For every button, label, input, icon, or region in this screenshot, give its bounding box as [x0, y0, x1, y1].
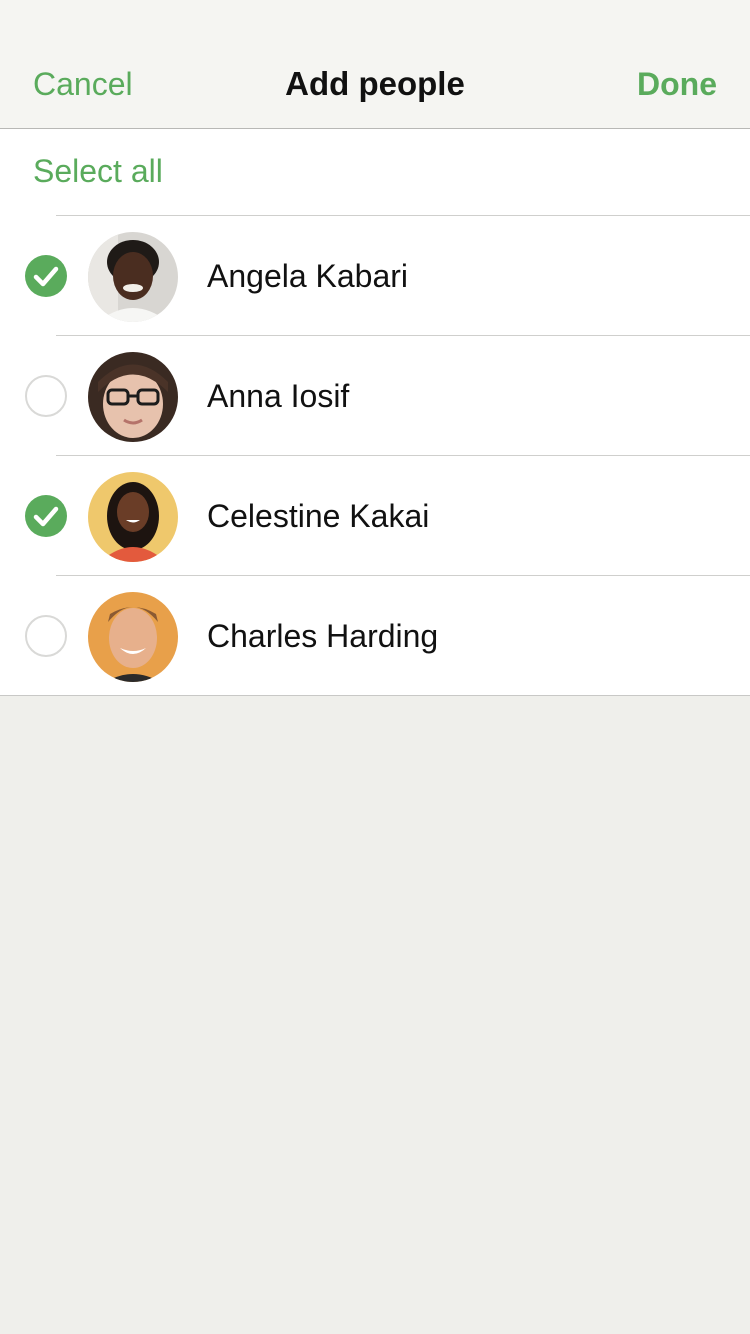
- avatar: [88, 472, 178, 562]
- person-name: Anna Iosif: [207, 378, 350, 414]
- list-item[interactable]: Charles Harding: [0, 576, 750, 696]
- avatar: [88, 352, 178, 442]
- list-item[interactable]: Celestine Kakai: [0, 456, 750, 576]
- cancel-button[interactable]: Cancel: [33, 64, 133, 104]
- add-people-screen: Cancel Add people Done Select all Angela…: [0, 0, 750, 1334]
- select-all-button[interactable]: Select all: [33, 150, 163, 192]
- navigation-bar: Cancel Add people Done: [0, 0, 750, 129]
- avatar: [88, 232, 178, 322]
- avatar: [88, 592, 178, 682]
- checked-circle-icon[interactable]: [25, 255, 67, 297]
- done-button[interactable]: Done: [637, 64, 717, 104]
- unchecked-circle-icon[interactable]: [25, 375, 67, 417]
- unchecked-circle-icon[interactable]: [25, 615, 67, 657]
- people-list: Select all Angela Kabari Anna Iosif Cele…: [0, 129, 750, 696]
- checked-circle-icon[interactable]: [25, 495, 67, 537]
- person-name: Celestine Kakai: [207, 498, 430, 534]
- list-item[interactable]: Anna Iosif: [0, 336, 750, 456]
- person-name: Angela Kabari: [207, 258, 409, 294]
- list-item[interactable]: Angela Kabari: [0, 216, 750, 336]
- person-name: Charles Harding: [207, 618, 439, 654]
